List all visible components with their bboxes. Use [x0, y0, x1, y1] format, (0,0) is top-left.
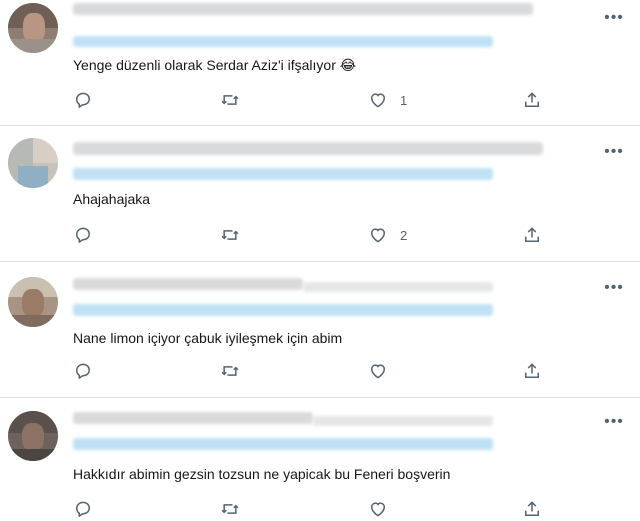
- blurred-reply-mention: [73, 304, 493, 316]
- tweet-item[interactable]: Yenge düzenli olarak Serdar Aziz'i ifşal…: [0, 0, 640, 126]
- blurred-username: [73, 3, 533, 15]
- tweet-text: Ahajahajaka: [73, 191, 151, 207]
- more-dots-icon[interactable]: •••: [602, 10, 626, 28]
- reply-button[interactable]: [73, 359, 93, 383]
- retweet-icon: [221, 366, 239, 376]
- tweet-actions: 2: [0, 223, 640, 247]
- like-button[interactable]: [368, 497, 400, 521]
- more-dots-icon[interactable]: •••: [602, 280, 626, 298]
- retweet-button[interactable]: [220, 223, 240, 247]
- tweet-item[interactable]: Hakkıdır abimin gezsin tozsun ne yapicak…: [0, 398, 640, 517]
- share-button[interactable]: [522, 497, 542, 521]
- more-dots-icon[interactable]: •••: [602, 144, 626, 162]
- tweet-reply-feed: Yenge düzenli olarak Serdar Aziz'i ifşal…: [0, 0, 640, 517]
- blurred-username: [73, 278, 303, 290]
- share-icon: [525, 227, 539, 242]
- reply-icon: [76, 363, 90, 379]
- share-button[interactable]: [522, 88, 542, 112]
- reply-icon: [76, 92, 90, 108]
- like-button[interactable]: [368, 359, 400, 383]
- tweet-actions: [0, 497, 640, 521]
- avatar[interactable]: [8, 138, 58, 188]
- avatar[interactable]: [8, 3, 58, 53]
- like-count: 1: [400, 92, 408, 108]
- blurred-username: [313, 416, 493, 426]
- like-icon: [371, 93, 385, 108]
- blurred-username: [73, 412, 313, 424]
- share-icon: [525, 501, 539, 516]
- tweet-item[interactable]: Ahajahajaka ••• 2: [0, 126, 640, 262]
- tweet-text: Yenge düzenli olarak Serdar Aziz'i ifşal…: [73, 57, 357, 73]
- blurred-reply-mention: [73, 168, 493, 180]
- like-button[interactable]: 1: [368, 88, 407, 112]
- retweet-button[interactable]: [220, 359, 240, 383]
- retweet-icon: [221, 504, 239, 514]
- reply-button[interactable]: [73, 223, 93, 247]
- blurred-username: [73, 142, 543, 155]
- share-button[interactable]: [522, 359, 542, 383]
- like-icon: [371, 364, 385, 379]
- share-button[interactable]: [522, 223, 542, 247]
- tweet-text: Nane limon içiyor çabuk iyileşmek için a…: [73, 330, 343, 346]
- tweet-actions: [0, 359, 640, 383]
- like-button[interactable]: 2: [368, 223, 407, 247]
- retweet-button[interactable]: [220, 497, 240, 521]
- like-icon: [371, 228, 385, 243]
- like-icon: [371, 502, 385, 517]
- share-icon: [525, 363, 539, 378]
- reply-icon: [76, 501, 90, 517]
- reply-button[interactable]: [73, 88, 93, 112]
- tweet-item[interactable]: Nane limon içiyor çabuk iyileşmek için a…: [0, 262, 640, 398]
- tweet-text: Hakkıdır abimin gezsin tozsun ne yapicak…: [73, 466, 451, 482]
- avatar[interactable]: [8, 277, 58, 327]
- retweet-icon: [221, 95, 239, 105]
- blurred-username: [303, 282, 493, 292]
- like-count: 2: [400, 227, 408, 243]
- more-dots-icon[interactable]: •••: [602, 414, 626, 432]
- blurred-reply-mention: [73, 438, 493, 450]
- retweet-button[interactable]: [220, 88, 240, 112]
- reply-button[interactable]: [73, 497, 93, 521]
- avatar[interactable]: [8, 411, 58, 461]
- blurred-reply-mention: [73, 36, 493, 47]
- retweet-icon: [221, 230, 239, 240]
- share-icon: [525, 92, 539, 107]
- tweet-actions: 1: [0, 88, 640, 112]
- reply-icon: [76, 227, 90, 243]
